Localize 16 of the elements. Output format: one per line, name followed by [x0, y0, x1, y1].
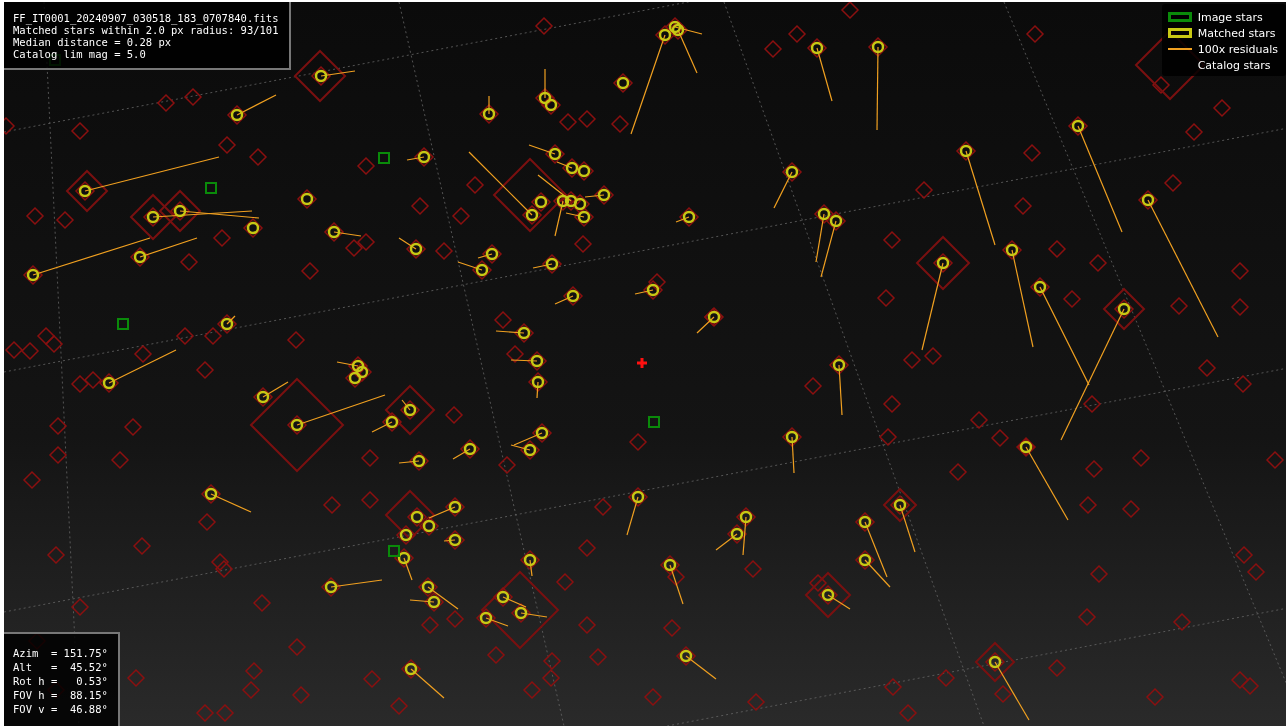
pointing-text: FOV v = 46.88° [13, 702, 108, 716]
info-text: Matched stars within 2.0 px radius: 93/101 [13, 24, 279, 36]
pointing-text: Azim = 151.75° [13, 646, 108, 660]
legend-label: 100x residuals [1197, 42, 1278, 56]
legend-label: Catalog stars [1197, 58, 1271, 72]
info-text: Catalog lim mag = 5.0 [13, 48, 147, 60]
residual-line-swatch-icon [1167, 48, 1192, 50]
pointing-text: Alt = 45.52° [13, 660, 108, 674]
info-text: FF_IT0001_20240907_030518_183_0707840.fits [13, 12, 279, 24]
legend-label: Matched stars [1197, 26, 1276, 40]
pointing-text: FOV h = 88.15° [13, 688, 108, 702]
image-star-swatch-icon [1167, 12, 1192, 22]
matched-star-swatch-icon [1167, 28, 1192, 38]
pointing-text: Rot h = 0.53° [13, 674, 108, 688]
info-text: Median distance = 0.28 px [13, 36, 173, 48]
legend-label: Image stars [1197, 10, 1263, 24]
